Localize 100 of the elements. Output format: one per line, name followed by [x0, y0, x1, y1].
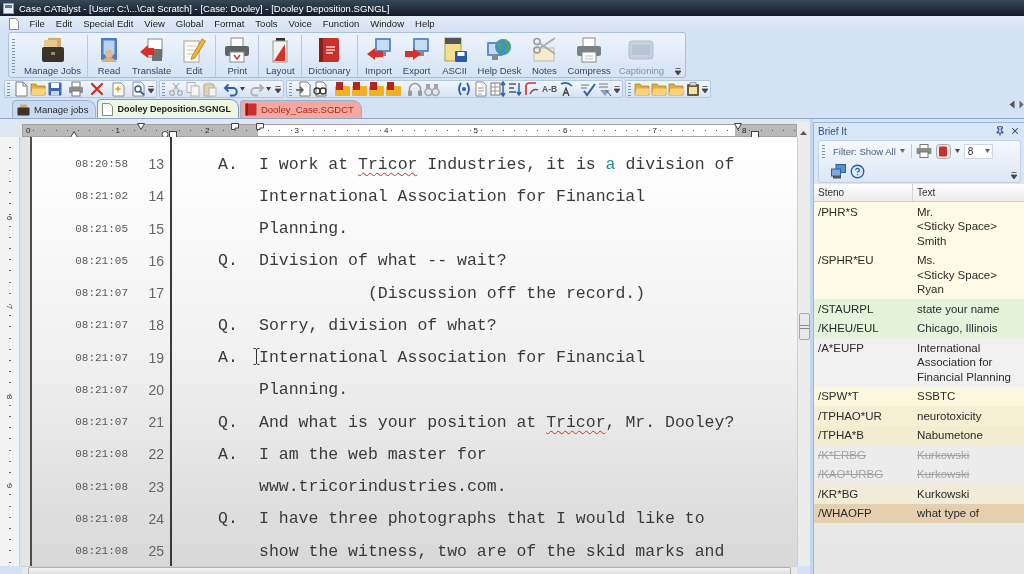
tile-icon[interactable] [385, 81, 401, 97]
printer-icon[interactable] [915, 144, 932, 159]
brief-row[interactable]: /STAURPL state your name [814, 299, 1024, 319]
document-icon[interactable] [935, 143, 951, 159]
tile-icon[interactable] [368, 81, 384, 97]
ribbon-button[interactable]: Edit [175, 35, 214, 77]
help-icon[interactable] [850, 164, 865, 180]
vertical-scrollbar[interactable] [797, 137, 810, 566]
document-tab[interactable]: Dooley Deposition.SGNGL [97, 99, 239, 118]
globe-monitor-icon[interactable] [486, 37, 513, 63]
curve-arrow-icon[interactable] [524, 81, 540, 97]
printer-icon[interactable] [576, 37, 602, 63]
caret-icon[interactable] [240, 87, 245, 91]
save-icon[interactable] [47, 81, 63, 97]
close-icon[interactable] [1010, 126, 1020, 136]
headphones-icon[interactable] [407, 81, 423, 97]
menu-item[interactable]: Edit [50, 17, 78, 31]
ribbon-button[interactable]: Layout [261, 35, 300, 77]
printer-icon[interactable] [224, 37, 251, 63]
book-icon[interactable] [244, 103, 257, 116]
caret-icon[interactable] [266, 87, 271, 91]
document-arrow-icon[interactable] [138, 37, 165, 63]
chevron-down-icon[interactable] [275, 85, 281, 93]
clipboard-icon[interactable] [685, 81, 702, 97]
new-page-icon[interactable] [13, 81, 29, 97]
tile-icon[interactable] [334, 81, 350, 97]
page-icon[interactable] [102, 102, 114, 116]
menu-item[interactable]: Global [170, 17, 209, 31]
menu-item[interactable]: Window [364, 17, 410, 31]
printer-icon[interactable] [68, 81, 84, 97]
document-tab[interactable]: Manage jobs [12, 100, 97, 118]
brief-row[interactable]: /SPW*T SSBTC [814, 386, 1024, 406]
toolbar-grip[interactable] [289, 82, 292, 96]
glasses-page-icon[interactable] [312, 81, 328, 97]
triangle-marker-icon[interactable] [734, 123, 742, 130]
triangle-marker-icon[interactable] [137, 123, 145, 130]
ribbon-button[interactable]: Read [90, 35, 129, 77]
tile-icon[interactable] [351, 81, 367, 97]
magnifier-page-icon[interactable] [131, 81, 147, 97]
brackets-icon[interactable] [456, 81, 472, 97]
notepad-floppy-icon[interactable] [441, 37, 468, 63]
ribbon-button[interactable]: Manage Jobs [20, 35, 86, 77]
ribbon-button[interactable]: Import [359, 35, 398, 77]
pencil-page-icon[interactable] [181, 37, 208, 63]
ribbon-button[interactable]: Dictionary [304, 35, 355, 77]
ribbon-button[interactable]: Compress [563, 35, 615, 77]
brief-row[interactable]: /TPHAO*UR neurotoxicity [814, 406, 1024, 426]
ribbon-button[interactable]: Print [218, 35, 257, 77]
toolbar-grip[interactable] [12, 39, 15, 73]
cross-icon[interactable] [89, 81, 105, 97]
toolbar-grip[interactable] [162, 82, 165, 96]
undo-icon[interactable] [223, 81, 239, 97]
document-icon[interactable] [9, 18, 19, 30]
scroll-left-icon[interactable] [1009, 100, 1015, 109]
table-arrows-icon[interactable] [490, 81, 506, 97]
caret-icon[interactable] [954, 149, 960, 154]
menu-item[interactable]: File [24, 17, 51, 31]
scroll-right-icon[interactable] [1019, 100, 1024, 109]
brief-row[interactable]: /A*EUFP International Association for Financial Planning [814, 338, 1024, 387]
column-header[interactable]: Steno [814, 184, 913, 201]
tab-stop-icon[interactable] [256, 123, 264, 130]
scrollbar-thumb[interactable] [798, 313, 810, 340]
monitor-arrow-icon[interactable] [365, 37, 392, 63]
menu-item[interactable]: Voice [283, 17, 318, 31]
brief-row[interactable]: /WHAOFP what type of [814, 503, 1024, 523]
toolbar-grip[interactable] [628, 82, 632, 96]
page-arrow-icon[interactable] [295, 81, 311, 97]
scroll-up-icon[interactable] [800, 131, 807, 135]
brief-row[interactable]: /KHEU/EUL Chicago, Illinois [814, 318, 1024, 338]
chevron-down-icon[interactable] [1011, 172, 1017, 179]
chevron-down-icon[interactable] [702, 85, 709, 93]
brief-row[interactable]: /KR*BG Kurkowski [814, 484, 1024, 504]
computers-icon[interactable] [831, 164, 846, 180]
menu-item[interactable]: Function [317, 17, 365, 31]
tab-stop-icon[interactable] [231, 123, 239, 130]
briefcase-icon[interactable] [39, 37, 66, 63]
briefcase-icon[interactable] [17, 103, 30, 116]
brief-row[interactable]: /SPHR*EU Ms. <Sticky Space> Ryan [814, 250, 1024, 299]
column-header[interactable]: Text [913, 184, 1024, 201]
brief-row[interactable]: /TPHA*B Nabumetone [814, 425, 1024, 445]
size-select[interactable]: 8 [963, 143, 993, 159]
menu-item[interactable]: Special Edit [77, 17, 139, 31]
ribbon-button[interactable]: Notes [525, 35, 564, 77]
menu-item[interactable]: Tools [249, 17, 284, 31]
menu-item[interactable]: View [138, 17, 171, 31]
brief-row[interactable]: /PHR*S Mr. <Sticky Space> Smith [814, 202, 1024, 251]
chevron-down-icon[interactable] [614, 85, 621, 93]
document-tab[interactable]: Dooley_Case.SGDCT [239, 100, 362, 118]
circle-marker-icon[interactable] [161, 131, 169, 138]
sort-icon[interactable] [507, 81, 523, 97]
toolbar-grip[interactable] [7, 82, 10, 96]
toolbar-grip[interactable] [822, 144, 825, 158]
menu-item[interactable]: Help [409, 17, 441, 31]
ribbon-button[interactable]: Translate [128, 35, 176, 77]
chevron-down-icon[interactable] [148, 85, 154, 93]
menu-item[interactable]: Format [208, 17, 250, 31]
spell-check-icon[interactable] [580, 81, 597, 97]
clipboard-icon[interactable] [202, 81, 218, 97]
chevron-down-icon[interactable] [675, 68, 681, 75]
text-tool-button[interactable]: A-B [541, 82, 559, 96]
